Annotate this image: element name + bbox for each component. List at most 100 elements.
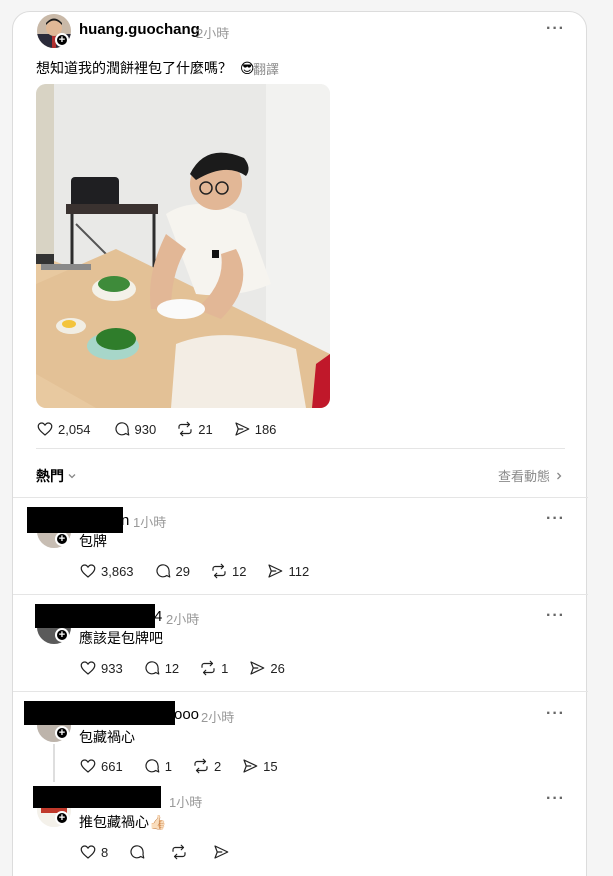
share-button[interactable]: 112 (266, 562, 309, 580)
comment-count: 29 (175, 563, 191, 579)
follow-plus-icon[interactable]: + (55, 532, 69, 546)
like-count: 933 (101, 660, 123, 676)
reply-actions: 3,863 29 12 112 (79, 562, 329, 580)
repost-button[interactable]: 21 (176, 420, 213, 438)
heart-icon (80, 759, 96, 773)
share-icon (268, 564, 283, 578)
reply-username-tail[interactable]: n (121, 512, 129, 529)
comment-button[interactable]: 29 (154, 562, 190, 580)
repost-button[interactable]: 12 (210, 562, 246, 580)
like-count: 3,863 (101, 563, 134, 579)
share-button[interactable]: 15 (241, 757, 278, 775)
share-icon (243, 759, 258, 773)
repost-count: 12 (232, 563, 247, 579)
redacted-username (33, 786, 161, 808)
reply-text: 包藏禍心 (79, 729, 135, 745)
reply-time: 2小時 (201, 710, 235, 725)
repost-button[interactable] (170, 843, 188, 861)
post-actions: 2,054 930 21 186 (36, 420, 296, 438)
comment-button[interactable]: 1 (143, 757, 172, 775)
comment-button[interactable]: 930 (113, 420, 157, 438)
follow-plus-icon[interactable]: + (55, 628, 69, 642)
comment-icon (155, 564, 170, 578)
reply-username-tail[interactable]: 4 (154, 608, 162, 625)
translate-link[interactable]: 翻譯 (253, 59, 279, 78)
reply-time: 2小時 (166, 612, 200, 627)
share-button[interactable]: 26 (248, 659, 285, 677)
redacted-username (27, 507, 123, 533)
repost-count: 1 (221, 660, 229, 676)
reply-text-body: 推包藏禍心 (79, 814, 149, 830)
repost-button[interactable]: 1 (199, 659, 228, 677)
share-icon (235, 422, 250, 436)
comment-count: 930 (134, 421, 157, 437)
comment-icon (114, 422, 129, 436)
repost-count: 21 (198, 421, 213, 437)
repost-icon (201, 660, 215, 676)
like-button[interactable]: 3,863 (79, 562, 134, 580)
reply-username-tail[interactable]: ooo (174, 706, 199, 723)
repost-icon (172, 844, 186, 860)
reply-actions: 661 1 2 15 (79, 757, 298, 775)
share-button[interactable]: 186 (233, 420, 277, 438)
emoji-thumbs-up: 👍🏻 (149, 814, 167, 830)
share-count: 26 (270, 660, 285, 676)
more-icon[interactable]: ··· (546, 20, 565, 38)
sort-dropdown[interactable]: 熱門 (36, 466, 77, 486)
repost-icon (194, 758, 208, 774)
reply-text: 包牌 (79, 533, 107, 549)
like-button[interactable]: 2,054 (36, 420, 91, 438)
repost-button[interactable]: 2 (192, 757, 221, 775)
post-text-body: 想知道我的潤餅裡包了什麼嗎？ (36, 60, 232, 76)
like-button[interactable]: 661 (79, 757, 123, 775)
reply-time: 1小時 (133, 515, 167, 530)
more-icon[interactable]: ··· (546, 510, 565, 528)
chevron-down-icon (68, 474, 76, 479)
author-username[interactable]: huang.guochang (79, 21, 200, 38)
share-icon (250, 661, 265, 675)
like-button[interactable]: 933 (79, 659, 123, 677)
share-count: 15 (263, 758, 278, 774)
sort-label: 熱門 (36, 468, 64, 484)
comment-icon (145, 759, 160, 773)
redacted-username (35, 604, 155, 628)
comment-icon (145, 661, 160, 675)
share-count: 186 (254, 421, 277, 437)
repost-count: 2 (213, 758, 222, 774)
reply-text: 應該是包牌吧 (79, 630, 163, 646)
repost-icon (212, 563, 226, 579)
divider (36, 448, 565, 449)
post-time: 2小時 (196, 26, 230, 41)
chevron-right-icon (557, 472, 562, 479)
reply-text: 推包藏禍心👍🏻 (79, 812, 166, 832)
view-activity-label: 查看動態 (498, 469, 551, 484)
more-icon[interactable]: ··· (546, 790, 565, 808)
reply-actions: 933 12 1 26 (79, 659, 305, 677)
comment-count: 1 (164, 758, 172, 774)
reply-time: 1小時 (169, 795, 203, 810)
post-photo[interactable] (36, 84, 330, 408)
follow-plus-icon[interactable]: + (55, 726, 69, 740)
comment-icon (130, 845, 145, 859)
more-icon[interactable]: ··· (546, 607, 565, 625)
share-button[interactable] (212, 843, 230, 861)
repost-icon (178, 421, 192, 437)
divider (13, 691, 588, 692)
divider (13, 497, 588, 498)
reply-actions: 8 (79, 843, 250, 861)
follow-plus-icon[interactable]: + (55, 811, 69, 825)
more-icon[interactable]: ··· (546, 705, 565, 723)
comment-count: 12 (164, 660, 180, 676)
like-count: 661 (101, 758, 123, 774)
thread-line (53, 744, 55, 782)
view-activity-link[interactable]: 查看動態 (498, 466, 564, 485)
heart-icon (80, 845, 96, 859)
comment-button[interactable] (128, 843, 146, 861)
comment-button[interactable]: 12 (143, 659, 179, 677)
like-button[interactable]: 8 (79, 843, 108, 861)
post-text: 想知道我的潤餅裡包了什麼嗎？ 😎 (36, 58, 255, 78)
divider (13, 594, 588, 595)
like-count: 2,054 (58, 421, 91, 437)
follow-plus-icon[interactable]: + (55, 33, 69, 47)
heart-icon (37, 422, 53, 436)
